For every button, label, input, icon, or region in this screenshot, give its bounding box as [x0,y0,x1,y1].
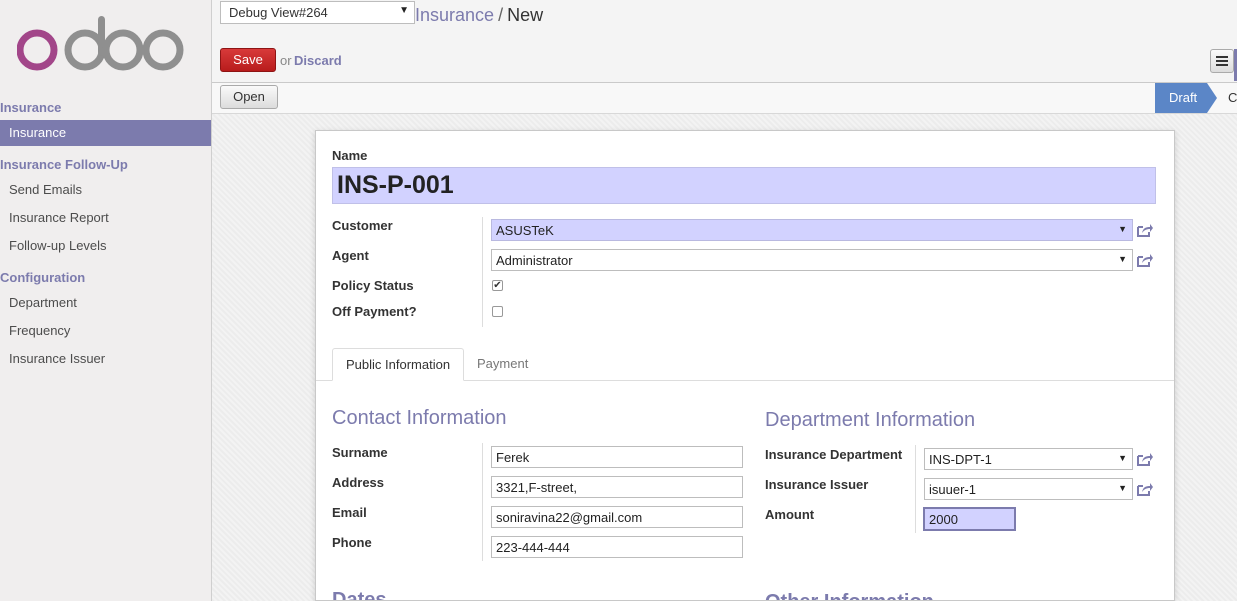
stage-next[interactable]: C [1228,90,1237,105]
address-input[interactable]: 3321,F-street, [491,476,743,498]
label-divider [482,217,483,327]
menu-section-configuration: Configuration [0,270,86,285]
sidebar-item-insurance-report[interactable]: Insurance Report [0,205,211,231]
breadcrumb-separator: / [498,5,504,25]
caret-down-icon: ▼ [1118,453,1127,463]
external-link-icon[interactable] [1136,451,1154,467]
caret-down-icon: ▼ [399,5,409,16]
menu-section-follow-up: Insurance Follow-Up [0,157,128,172]
sidebar-item-send-emails[interactable]: Send Emails [0,177,211,203]
menu-section-insurance: Insurance [0,100,62,115]
other-information-title: Other Information [765,591,934,600]
debug-view-select[interactable]: Debug View#264 ▼ [220,1,415,24]
breadcrumb-parent[interactable]: Insurance [415,5,494,25]
contact-divider [482,443,483,561]
off-payment-label: Off Payment? [332,304,417,319]
or-text: or [280,53,292,68]
agent-label: Agent [332,248,369,263]
department-divider [915,445,916,533]
insurance-department-label: Insurance Department [765,447,903,462]
off-payment-checkbox[interactable] [492,306,503,317]
customer-select[interactable]: ASUSTeK ▼ [491,219,1133,241]
status-bar: Open Draft C [212,83,1237,114]
external-link-icon[interactable] [1136,252,1154,268]
sidebar-item-insurance[interactable]: Insurance [0,120,211,146]
amount-input[interactable]: 2000 [923,507,1016,531]
caret-down-icon: ▼ [1118,254,1127,264]
save-button[interactable]: Save [220,48,276,72]
policy-status-checkbox[interactable]: ✔ [492,280,503,291]
department-information-title: Department Information [765,409,976,431]
surname-label: Surname [332,445,388,460]
debug-view-label: Debug View#264 [229,5,328,20]
amount-label: Amount [765,507,815,522]
hamburger-menu-icon[interactable] [1210,49,1234,73]
breadcrumb-current: New [507,5,544,25]
discard-link[interactable]: Discard [294,53,342,68]
tab-public-information[interactable]: Public Information [332,348,465,381]
email-input[interactable]: soniravina22@gmail.com [491,506,743,528]
sidebar: Insurance Insurance Insurance Follow-Up … [0,0,212,601]
sidebar-item-insurance-issuer[interactable]: Insurance Issuer [0,346,211,372]
dates-title: Dates [332,589,387,601]
email-label: Email [332,505,367,520]
insurance-department-value: INS-DPT-1 [929,452,992,467]
phone-input[interactable]: 223-444-444 [491,536,743,558]
external-link-icon[interactable] [1136,481,1154,497]
sidebar-item-follow-up-levels[interactable]: Follow-up Levels [0,233,211,259]
insurance-issuer-value: isuuer-1 [929,482,976,497]
agent-select[interactable]: Administrator ▼ [491,249,1133,271]
customer-value: ASUSTeK [496,223,554,238]
address-label: Address [332,475,385,490]
caret-down-icon: ▼ [1118,224,1127,234]
phone-label: Phone [332,535,372,550]
insurance-issuer-select[interactable]: isuuer-1 ▼ [924,478,1133,500]
name-input[interactable]: INS-P-001 [332,167,1156,204]
odoo-logo[interactable] [17,14,187,72]
sidebar-item-department[interactable]: Department [0,290,211,316]
contact-information-title: Contact Information [332,407,507,429]
policy-status-label: Policy Status [332,278,414,293]
breadcrumb: Insurance / New [415,5,543,26]
surname-input[interactable]: Ferek [491,446,743,468]
caret-down-icon: ▼ [1118,483,1127,493]
name-label: Name [332,148,368,163]
customer-label: Customer [332,218,393,233]
tab-payment[interactable]: Payment [464,348,541,381]
control-panel: Debug View#264 ▼ Insurance / New Save or D… [212,0,1237,83]
external-link-icon[interactable] [1136,222,1154,238]
agent-value: Administrator [496,253,573,268]
form-sheet: Name INS-P-001 Customer ASUSTeK ▼ Agent … [315,130,1175,601]
stage-draft[interactable]: Draft [1155,83,1217,113]
sidebar-item-frequency[interactable]: Frequency [0,318,211,344]
insurance-issuer-label: Insurance Issuer [765,477,869,492]
open-button[interactable]: Open [220,85,278,109]
insurance-department-select[interactable]: INS-DPT-1 ▼ [924,448,1133,470]
